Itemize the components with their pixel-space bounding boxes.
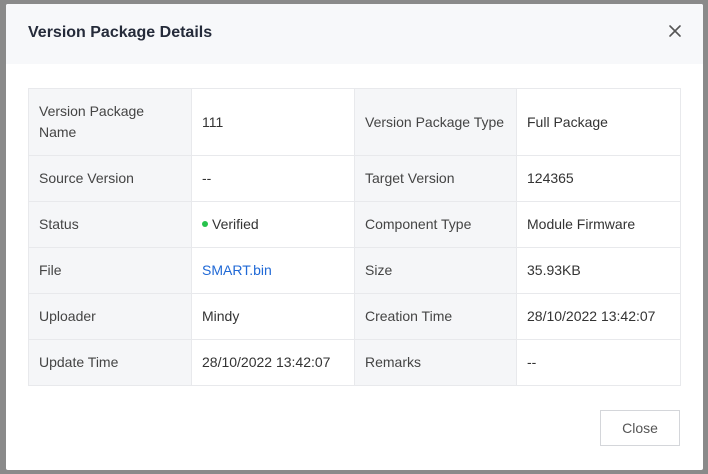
size-value: 35.93KB	[516, 247, 681, 294]
close-icon[interactable]	[665, 21, 685, 41]
file-download-link[interactable]: SMART.bin	[202, 262, 272, 278]
size-label: Size	[354, 247, 517, 294]
status-cell: Verified	[191, 201, 355, 248]
details-table: Version Package Name 111 Version Package…	[28, 88, 681, 386]
dialog-header: Version Package Details	[6, 4, 703, 64]
remarks-value: --	[516, 339, 681, 386]
file-label: File	[28, 247, 192, 294]
file-cell: SMART.bin	[191, 247, 355, 294]
version-package-name-value: 111	[191, 88, 355, 156]
table-row: File SMART.bin Size 35.93KB	[28, 247, 681, 294]
dialog-title: Version Package Details	[28, 24, 213, 41]
version-package-type-value: Full Package	[516, 88, 681, 156]
status-dot-icon	[202, 221, 208, 228]
creation-time-value: 28/10/2022 13:42:07	[516, 293, 681, 340]
source-version-label: Source Version	[28, 155, 192, 202]
uploader-value: Mindy	[191, 293, 355, 340]
table-row: Update Time 28/10/2022 13:42:07 Remarks …	[28, 339, 681, 386]
creation-time-label: Creation Time	[354, 293, 517, 340]
target-version-label: Target Version	[354, 155, 517, 202]
table-row: Version Package Name 111 Version Package…	[28, 88, 681, 156]
component-type-value: Module Firmware	[516, 201, 681, 248]
target-version-value: 124365	[516, 155, 681, 202]
status-label: Status	[28, 201, 192, 248]
source-version-value: --	[191, 155, 355, 202]
status-value: Verified	[212, 216, 259, 232]
update-time-label: Update Time	[28, 339, 192, 386]
update-time-value: 28/10/2022 13:42:07	[191, 339, 355, 386]
table-row: Source Version -- Target Version 124365	[28, 155, 681, 202]
version-package-name-label: Version Package Name	[28, 88, 192, 156]
table-row: Uploader Mindy Creation Time 28/10/2022 …	[28, 293, 681, 340]
version-package-type-label: Version Package Type	[354, 88, 517, 156]
component-type-label: Component Type	[354, 201, 517, 248]
remarks-label: Remarks	[354, 339, 517, 386]
close-button[interactable]: Close	[600, 410, 680, 446]
version-package-details-dialog: Version Package Details Version Package …	[6, 4, 703, 470]
table-row: Status Verified Component Type Module Fi…	[28, 201, 681, 248]
uploader-label: Uploader	[28, 293, 192, 340]
